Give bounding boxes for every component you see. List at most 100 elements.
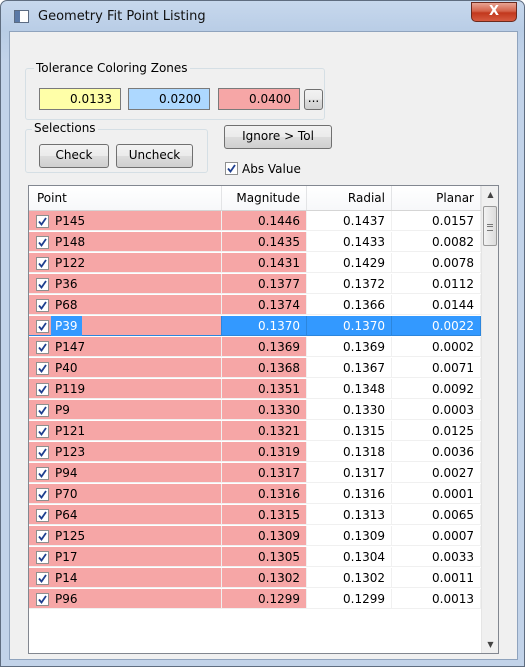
zone-3-field[interactable]: 0.0400 xyxy=(218,88,300,110)
row-checkbox[interactable] xyxy=(36,236,49,249)
radial-cell: 0.1318 xyxy=(307,442,392,462)
table-row[interactable]: P94 0.1317 0.1317 0.0027 xyxy=(29,463,481,484)
point-cell[interactable]: P121 xyxy=(29,421,222,441)
point-name: P14 xyxy=(55,571,78,585)
row-checkbox[interactable] xyxy=(36,425,49,438)
header-magnitude[interactable]: Magnitude xyxy=(222,186,307,210)
row-checkbox[interactable] xyxy=(36,341,49,354)
row-checkbox[interactable] xyxy=(36,215,49,228)
table-row[interactable]: P64 0.1315 0.1313 0.0065 xyxy=(29,505,481,526)
radial-cell: 0.1437 xyxy=(307,211,392,231)
radial-cell: 0.1372 xyxy=(307,274,392,294)
magnitude-cell: 0.1351 xyxy=(222,379,307,399)
table-row[interactable]: P96 0.1299 0.1299 0.0013 xyxy=(29,589,481,610)
table-row[interactable]: P119 0.1351 0.1348 0.0092 xyxy=(29,379,481,400)
vertical-scrollbar[interactable]: ▲ ▼ xyxy=(481,186,498,653)
point-cell[interactable]: P9 xyxy=(29,400,222,420)
table-row[interactable]: P39 0.1370 0.1370 0.0022 xyxy=(29,316,481,337)
table-row[interactable]: P70 0.1316 0.1316 0.0001 xyxy=(29,484,481,505)
row-checkbox[interactable] xyxy=(36,383,49,396)
point-cell[interactable]: P14 xyxy=(29,568,222,588)
abs-value-checkbox[interactable] xyxy=(225,162,238,175)
checkmark-icon xyxy=(38,259,47,268)
scrollbar-thumb[interactable] xyxy=(483,206,497,246)
header-point[interactable]: Point xyxy=(29,186,222,210)
check-button[interactable]: Check xyxy=(39,144,109,168)
scroll-down-icon[interactable]: ▼ xyxy=(482,636,498,653)
radial-cell: 0.1330 xyxy=(307,400,392,420)
planar-cell: 0.0144 xyxy=(392,295,481,315)
table-row[interactable]: P122 0.1431 0.1429 0.0078 xyxy=(29,253,481,274)
point-cell[interactable]: P36 xyxy=(29,274,222,294)
point-cell[interactable]: P70 xyxy=(29,484,222,504)
table-row[interactable]: P36 0.1377 0.1372 0.0112 xyxy=(29,274,481,295)
ignore-over-tolerance-button[interactable]: Ignore > Tol xyxy=(224,125,332,149)
table-row[interactable]: P145 0.1446 0.1437 0.0157 xyxy=(29,211,481,232)
planar-cell: 0.0092 xyxy=(392,379,481,399)
table-row[interactable]: P125 0.1309 0.1309 0.0007 xyxy=(29,526,481,547)
dialog-window: Geometry Fit Point Listing X Tolerance C… xyxy=(0,0,525,667)
table-row[interactable]: P121 0.1321 0.1315 0.0125 xyxy=(29,421,481,442)
radial-cell: 0.1309 xyxy=(307,526,392,546)
row-checkbox[interactable] xyxy=(36,467,49,480)
row-checkbox[interactable] xyxy=(36,551,49,564)
row-checkbox[interactable] xyxy=(36,593,49,606)
point-cell[interactable]: P68 xyxy=(29,295,222,315)
point-cell[interactable]: P64 xyxy=(29,505,222,525)
row-checkbox[interactable] xyxy=(36,257,49,270)
table-row[interactable]: P40 0.1368 0.1367 0.0071 xyxy=(29,358,481,379)
point-cell[interactable]: P122 xyxy=(29,253,222,273)
more-options-button[interactable]: ... xyxy=(304,89,323,110)
table-row[interactable]: P147 0.1369 0.1369 0.0002 xyxy=(29,337,481,358)
row-checkbox[interactable] xyxy=(36,488,49,501)
header-planar[interactable]: Planar xyxy=(392,186,481,210)
radial-cell: 0.1369 xyxy=(307,337,392,357)
table-row[interactable]: P123 0.1319 0.1318 0.0036 xyxy=(29,442,481,463)
point-cell[interactable]: P39 xyxy=(29,316,222,336)
magnitude-cell: 0.1299 xyxy=(222,589,307,609)
point-cell[interactable]: P125 xyxy=(29,526,222,546)
point-cell[interactable]: P17 xyxy=(29,547,222,567)
row-checkbox[interactable] xyxy=(36,362,49,375)
table-row[interactable]: P17 0.1305 0.1304 0.0033 xyxy=(29,547,481,568)
radial-cell: 0.1299 xyxy=(307,589,392,609)
magnitude-cell: 0.1302 xyxy=(222,568,307,588)
planar-cell: 0.0157 xyxy=(392,211,481,231)
table-row[interactable]: P9 0.1330 0.1330 0.0003 xyxy=(29,400,481,421)
table-row[interactable]: P14 0.1302 0.1302 0.0011 xyxy=(29,568,481,589)
point-cell[interactable]: P145 xyxy=(29,211,222,231)
planar-cell: 0.0065 xyxy=(392,505,481,525)
checkmark-icon xyxy=(38,280,47,289)
row-checkbox[interactable] xyxy=(36,530,49,543)
zone-2-field[interactable]: 0.0200 xyxy=(128,88,210,110)
zone-1-field[interactable]: 0.0133 xyxy=(39,88,121,110)
magnitude-cell: 0.1305 xyxy=(222,547,307,567)
point-cell[interactable]: P40 xyxy=(29,358,222,378)
close-button[interactable]: X xyxy=(471,2,517,22)
planar-cell: 0.0002 xyxy=(392,337,481,357)
row-checkbox[interactable] xyxy=(36,404,49,417)
planar-cell: 0.0071 xyxy=(392,358,481,378)
row-checkbox[interactable] xyxy=(36,320,49,333)
header-radial[interactable]: Radial xyxy=(307,186,392,210)
table-row[interactable]: P148 0.1435 0.1433 0.0082 xyxy=(29,232,481,253)
table-row[interactable]: P68 0.1374 0.1366 0.0144 xyxy=(29,295,481,316)
row-checkbox[interactable] xyxy=(36,509,49,522)
point-cell[interactable]: P148 xyxy=(29,232,222,252)
uncheck-button[interactable]: Uncheck xyxy=(116,144,193,168)
checkmark-icon xyxy=(38,511,47,520)
point-cell[interactable]: P96 xyxy=(29,589,222,609)
row-checkbox[interactable] xyxy=(36,278,49,291)
title-bar[interactable]: Geometry Fit Point Listing X xyxy=(1,1,524,31)
checkmark-icon xyxy=(38,364,47,373)
point-cell[interactable]: P94 xyxy=(29,463,222,483)
row-checkbox[interactable] xyxy=(36,299,49,312)
point-cell[interactable]: P123 xyxy=(29,442,222,462)
scroll-up-icon[interactable]: ▲ xyxy=(482,186,498,203)
point-cell[interactable]: P119 xyxy=(29,379,222,399)
row-checkbox[interactable] xyxy=(36,572,49,585)
magnitude-cell: 0.1321 xyxy=(222,421,307,441)
row-checkbox[interactable] xyxy=(36,446,49,459)
window-title: Geometry Fit Point Listing xyxy=(38,9,206,24)
point-cell[interactable]: P147 xyxy=(29,337,222,357)
